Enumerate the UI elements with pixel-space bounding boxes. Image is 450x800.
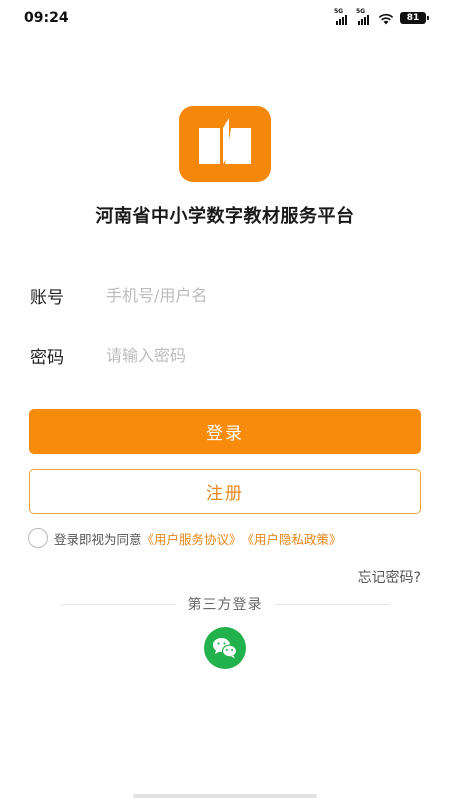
register-button[interactable]: 注册	[29, 469, 421, 514]
password-row: 密码	[30, 340, 420, 370]
password-input[interactable]	[106, 341, 420, 369]
third-party-divider: 第三方登录	[60, 594, 390, 614]
home-indicator[interactable]	[133, 794, 317, 798]
status-time: 09:24	[24, 10, 69, 26]
status-bar: 09:24 5G 5G 81	[0, 0, 450, 36]
battery-icon: 81	[400, 12, 429, 24]
wechat-login-button[interactable]	[204, 627, 246, 669]
book-icon	[199, 118, 251, 164]
wifi-icon	[378, 13, 394, 24]
privacy-policy-link[interactable]: 《用户隐私政策》	[242, 529, 342, 548]
password-label: 密码	[30, 347, 64, 368]
agreement-prefix: 登录即视为同意	[54, 531, 142, 547]
account-row: 账号	[30, 280, 420, 310]
agreement-row: 登录即视为同意 《用户服务协议》 《用户隐私政策》	[28, 526, 342, 550]
wechat-icon	[213, 638, 238, 659]
forgot-password-link[interactable]: 忘记密码?	[358, 567, 421, 587]
login-button[interactable]: 登录	[29, 409, 421, 454]
account-input[interactable]	[106, 281, 420, 309]
account-label: 账号	[30, 287, 64, 308]
divider-line	[60, 603, 176, 605]
third-party-label: 第三方登录	[187, 597, 263, 613]
agreement-checkbox[interactable]	[28, 528, 48, 548]
service-agreement-link[interactable]: 《用户服务协议》	[142, 529, 242, 548]
signal-icon: 5G	[334, 9, 350, 25]
app-logo	[179, 106, 271, 182]
login-screen: 09:24 5G 5G 81 河南省中小学数字教材服务平台 账号 手机号/用户名…	[0, 0, 450, 800]
status-icons: 5G 5G 81	[334, 9, 429, 26]
signal-icon: 5G	[356, 9, 372, 25]
app-title: 河南省中小学数字教材服务平台	[95, 206, 355, 227]
divider-line	[274, 603, 390, 605]
